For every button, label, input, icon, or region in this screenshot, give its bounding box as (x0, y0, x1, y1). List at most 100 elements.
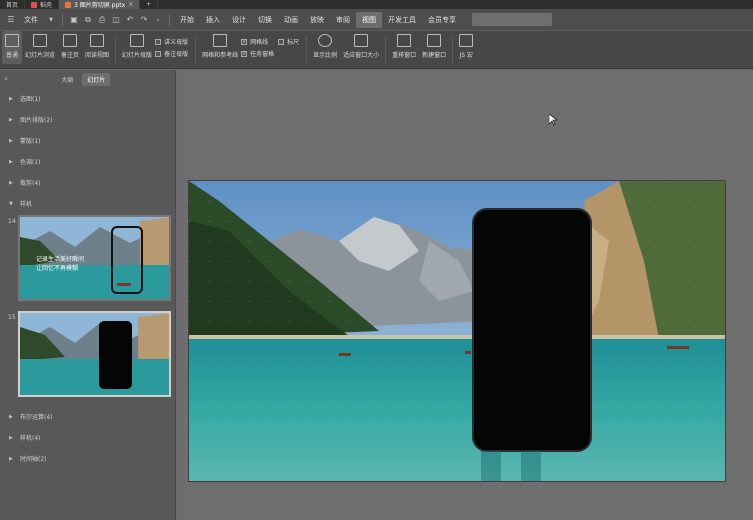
docer-icon (31, 1, 38, 8)
preview-icon[interactable]: ◫ (111, 15, 121, 25)
section-label: 布尔运算(4) (20, 414, 53, 421)
button-label: 阅读视图 (85, 52, 110, 59)
menu-home[interactable]: 开始 (174, 12, 200, 28)
slide-master-button[interactable]: 幻灯片母版 (119, 31, 155, 59)
slide-thumbnail-row: 15 (0, 310, 175, 406)
expand-arrow-icon: ▶ (9, 137, 13, 144)
section-label: 裁剪(4) (20, 180, 41, 187)
section-item[interactable]: ▶ 图片排版(2) (0, 109, 175, 130)
menu-view[interactable]: 视图 (356, 11, 382, 28)
menu-member[interactable]: 会员专享 (422, 12, 462, 28)
undo-icon[interactable]: ↶ (125, 15, 135, 25)
ruler-checkbox[interactable]: 标尺 (278, 37, 299, 46)
collapse-arrow-icon: ▼ (9, 200, 13, 207)
new-tab-label: + (146, 1, 152, 8)
divider (195, 36, 197, 64)
tab-document[interactable]: 3 图片剪切屏.pptx ✕ (59, 0, 141, 9)
expand-arrow-icon: ▶ (9, 179, 13, 186)
notes-master-icon (155, 50, 162, 57)
notes-page-button[interactable]: 备注页 (58, 31, 82, 59)
slide-editing-canvas[interactable] (177, 70, 753, 520)
section-item[interactable]: ▶ 裁剪(4) (0, 172, 175, 193)
tab-home[interactable]: 首页 (0, 0, 26, 9)
chevron-down-icon[interactable]: ▼ (46, 15, 56, 25)
search-input[interactable] (472, 13, 552, 26)
view-ribbon: 普通 幻灯片浏览 备注页 阅读视图 幻灯片母版 讲义母版 备注母版 网格和参考线… (0, 31, 753, 69)
slide-number: 14 (8, 218, 16, 225)
lake-mountain-photo[interactable] (189, 181, 726, 482)
pptx-file-icon (65, 1, 72, 8)
section-item[interactable]: ▶ 色调(1) (0, 151, 175, 172)
checkbox-label: 标尺 (287, 39, 300, 46)
section-label: 色调(1) (20, 159, 41, 166)
hamburger-menu-icon[interactable]: ☰ (6, 15, 16, 25)
export-icon[interactable]: ⧉ (83, 15, 93, 25)
print-icon[interactable]: ⎙ (97, 15, 107, 25)
slide-sorter-button[interactable]: 幻灯片浏览 (22, 31, 58, 59)
section-item[interactable]: ▶ 时间轴(2) (0, 448, 175, 469)
tab-outline[interactable]: 大纲 (56, 73, 78, 86)
section-item[interactable]: ▶ 选图(1) (0, 88, 175, 109)
reading-view-icon (90, 34, 105, 47)
slide-number: 15 (8, 314, 16, 321)
menu-developer[interactable]: 开发工具 (382, 12, 422, 28)
menu-slideshow[interactable]: 放映 (304, 12, 330, 28)
reading-view-button[interactable]: 阅读视图 (82, 31, 112, 59)
slide-sorter-icon (33, 34, 47, 47)
slides-panel: « 大纲 幻灯片 ▶ 选图(1) ▶ 图片排版(2) ▶ 蒙版(1) ▶ 色调(1) ▶… (0, 70, 176, 520)
section-item[interactable]: ▶ 蒙版(1) (0, 130, 175, 151)
fit-window-button[interactable]: 适应窗口大小 (340, 31, 382, 59)
expand-arrow-icon: ▶ (9, 455, 13, 462)
redo-icon[interactable]: ↷ (139, 15, 149, 25)
phone-mockup[interactable] (472, 208, 592, 452)
section-item-expanded[interactable]: ▼ 样机 (0, 193, 175, 214)
current-slide[interactable] (188, 180, 726, 482)
panel-header: « 大纲 幻灯片 (0, 70, 175, 88)
new-window-button[interactable]: 新建窗口 (419, 31, 449, 59)
arrange-all-button[interactable]: 重排窗口 (389, 31, 419, 59)
new-tab-button[interactable]: + (140, 0, 159, 9)
gridlines-checkbox[interactable]: ✓ 网格线 (241, 37, 274, 46)
slide-thumbnail-row: 14 记录生活美好瞬间 让回忆不再模糊 (0, 214, 175, 310)
section-item[interactable]: ▶ 布尔运算(4) (0, 406, 175, 427)
button-label: 新建窗口 (422, 52, 447, 59)
tab-slides[interactable]: 幻灯片 (82, 72, 111, 86)
notes-master-button[interactable]: 备注母版 (155, 49, 188, 58)
tab-label: 3 图片剪切屏.pptx (74, 2, 126, 9)
menu-review[interactable]: 审阅 (330, 12, 356, 28)
handout-master-button[interactable]: 讲义母版 (155, 37, 188, 46)
customize-icon[interactable]: ⌄ (153, 15, 163, 25)
save-icon[interactable]: ▣ (69, 15, 79, 25)
slide-thumbnail-14[interactable]: 记录生活美好瞬间 让回忆不再模糊 (18, 215, 171, 301)
divider (62, 13, 63, 26)
menu-transition[interactable]: 切换 (252, 12, 278, 28)
button-label: JS 宏 (459, 52, 473, 59)
tab-close-icon[interactable]: ✕ (128, 1, 133, 8)
task-pane-checkbox[interactable]: ✓ 任务窗格 (241, 49, 274, 58)
collapse-panel-icon[interactable]: « (4, 75, 8, 83)
checkbox-checked-icon: ✓ (241, 38, 248, 45)
expand-arrow-icon: ▶ (9, 434, 13, 441)
thumbnail-15-image (20, 313, 169, 395)
grid-guides-button[interactable]: 网格和参考线 (199, 31, 241, 59)
zoom-button[interactable]: 显示比例 (310, 31, 340, 59)
menu-insert[interactable]: 插入 (200, 12, 226, 28)
tab-docer[interactable]: 稻壳 (25, 0, 60, 9)
notes-page-icon (63, 34, 78, 47)
arrange-icon (397, 34, 412, 47)
checkbox-label: 网格线 (250, 39, 269, 46)
menu-animation[interactable]: 动画 (278, 12, 304, 28)
file-menu[interactable]: 文件 (18, 12, 44, 28)
macro-button[interactable]: JS 宏 (456, 31, 476, 59)
normal-view-button[interactable]: 普通 (2, 31, 22, 64)
menu-bar: ☰ 文件 ▼ ▣ ⧉ ⎙ ◫ ↶ ↷ ⌄ 开始 插入 设计 切换 动画 放映 审… (0, 9, 753, 31)
menu-design[interactable]: 设计 (226, 12, 252, 28)
grid-icon (213, 34, 228, 47)
section-item[interactable]: ▶ 样机(4) (0, 427, 175, 448)
slide-thumbnail-15[interactable] (18, 311, 171, 397)
button-label: 显示比例 (313, 52, 338, 59)
button-label: 幻灯片母版 (122, 52, 153, 59)
divider (385, 36, 387, 64)
button-label: 普通 (5, 52, 18, 59)
new-window-icon (427, 34, 442, 47)
